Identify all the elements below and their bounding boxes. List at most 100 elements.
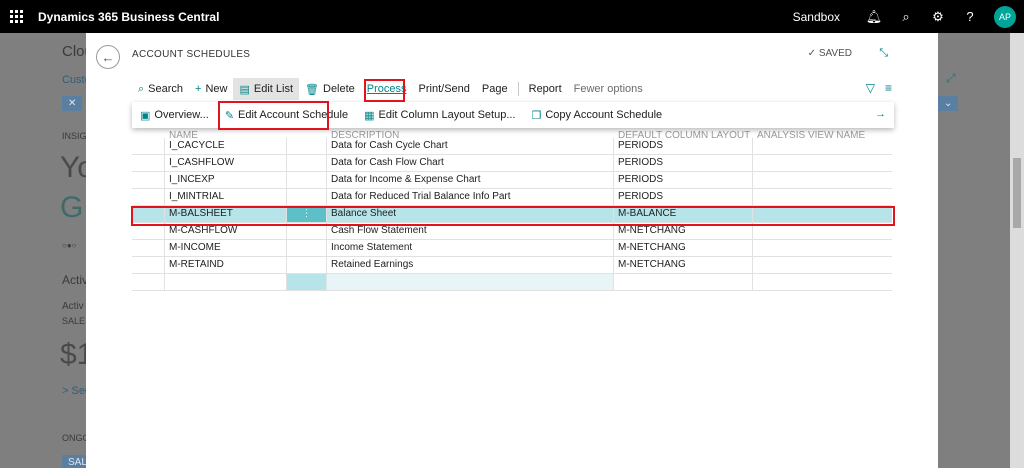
cell-name[interactable]: M-CASHFLOW [165,223,287,239]
cell-analysis-view-name[interactable] [753,240,892,256]
column-header-description[interactable]: DESCRIPTION [327,128,614,138]
edit-column-layout-action[interactable]: ▦ Edit Column Layout Setup... [356,102,523,128]
new-label: New [205,83,228,95]
app-launcher-icon[interactable] [10,9,24,24]
overview-action[interactable]: ▣ Overview... [132,102,217,128]
search-icon[interactable]: ⌕ [890,9,922,25]
cell-description[interactable]: Income Statement [327,240,614,256]
edit-account-schedule-label: Edit Account Schedule [238,109,349,121]
row-menu[interactable]: ⋮ [287,206,327,222]
filter-icon[interactable]: ▽ [866,81,875,95]
cell-default-column-layout[interactable]: PERIODS [614,155,753,171]
cell-default-column-layout[interactable]: M-NETCHANG [614,223,753,239]
table-row[interactable]: M-CASHFLOW Cash Flow Statement M-NETCHANG [132,223,892,240]
search-action[interactable]: ⌕ Search [132,78,189,100]
row-menu[interactable] [287,223,327,239]
empty-cell[interactable] [753,274,892,290]
column-header-analysis-view-name[interactable]: ANALYSIS VIEW NAME [753,128,892,138]
gear-icon[interactable]: ⚙ [922,9,954,25]
copy-account-schedule-label: Copy Account Schedule [545,109,663,121]
help-icon[interactable]: ? [954,9,986,24]
empty-cell[interactable] [165,274,287,290]
row-selector[interactable] [132,189,165,205]
back-arrow-icon[interactable]: ← [96,45,120,69]
table-row[interactable]: I_INCEXP Data for Income & Expense Chart P… [132,172,892,189]
new-action[interactable]: + New [189,78,233,100]
cell-analysis-view-name[interactable] [753,155,892,171]
row-selector[interactable] [132,206,165,222]
row-selector[interactable] [132,155,165,171]
cell-default-column-layout[interactable]: PERIODS [614,172,753,188]
delete-action[interactable]: 🗑︎ Delete [299,78,361,100]
cell-description[interactable]: Data for Cash Flow Chart [327,155,614,171]
table-row[interactable]: M-RETAIND Retained Earnings M-NETCHANG [132,257,892,274]
table-row[interactable]: M-BALSHEET ⋮ Balance Sheet M-BALANCE [132,206,892,223]
tab-process[interactable]: Process [361,78,413,100]
empty-cell[interactable] [132,274,165,290]
page-scrollbar[interactable] [1010,33,1024,468]
cell-name[interactable]: I_MINTRIAL [165,189,287,205]
cell-name[interactable]: I_CASHFLOW [165,155,287,171]
empty-cell[interactable] [614,274,753,290]
cell-analysis-view-name[interactable] [753,138,892,154]
cell-name[interactable]: M-RETAIND [165,257,287,273]
cell-default-column-layout[interactable]: M-NETCHANG [614,257,753,273]
tab-report[interactable]: Report [523,78,568,100]
table-row[interactable]: I_CASHFLOW Data for Cash Flow Chart PERIOD… [132,155,892,172]
cell-default-column-layout[interactable]: PERIODS [614,189,753,205]
cell-name[interactable]: I_INCEXP [165,172,287,188]
cell-description[interactable]: Data for Income & Expense Chart [327,172,614,188]
check-icon: ✓ [807,48,817,59]
empty-cell[interactable] [287,274,327,290]
cell-name[interactable]: M-INCOME [165,240,287,256]
row-menu[interactable] [287,257,327,273]
bg-expand-icon: ⤢ [946,71,956,85]
table-row[interactable]: I_CACYCLE Data for Cash Cycle Chart PERIOD… [132,138,892,155]
cell-description[interactable]: Cash Flow Statement [327,223,614,239]
cell-default-column-layout[interactable]: M-NETCHANG [614,240,753,256]
cell-description[interactable]: Retained Earnings [327,257,614,273]
edit-list-action[interactable]: ▤ Edit List [233,78,300,100]
empty-cell[interactable] [327,274,614,290]
row-menu[interactable] [287,240,327,256]
cell-name[interactable]: I_CACYCLE [165,138,287,154]
row-selector[interactable] [132,240,165,256]
cell-analysis-view-name[interactable] [753,257,892,273]
row-menu[interactable] [287,189,327,205]
row-selector[interactable] [132,257,165,273]
row-menu[interactable] [287,138,327,154]
copy-account-schedule-action[interactable]: ❐ Copy Account Schedule [523,102,670,128]
edit-account-schedule-action[interactable]: ✎ Edit Account Schedule [217,102,356,128]
row-selector[interactable] [132,138,165,154]
fewer-options-button[interactable]: Fewer options [568,78,649,100]
cell-default-column-layout[interactable]: PERIODS [614,138,753,154]
cell-description[interactable]: Balance Sheet [327,206,614,222]
cell-analysis-view-name[interactable] [753,172,892,188]
collapse-icon[interactable]: ⤡ [879,47,888,60]
row-menu[interactable] [287,172,327,188]
cell-name[interactable]: M-BALSHEET [165,206,287,222]
tab-page[interactable]: Page [476,78,514,100]
cell-description[interactable]: Data for Reduced Trial Balance Info Part [327,189,614,205]
tab-print-send[interactable]: Print/Send [413,78,476,100]
cell-default-column-layout[interactable]: M-BALANCE [614,206,753,222]
column-header-default-column-layout[interactable]: DEFAULT COLUMN LAYOUT [614,128,753,138]
list-view-icon[interactable]: ≡ [885,81,892,95]
scrollbar-thumb[interactable] [1013,158,1021,228]
table-row[interactable]: M-INCOME Income Statement M-NETCHANG [132,240,892,257]
cell-description[interactable]: Data for Cash Cycle Chart [327,138,614,154]
cell-analysis-view-name[interactable] [753,223,892,239]
cell-analysis-view-name[interactable] [753,206,892,222]
cell-analysis-view-name[interactable] [753,189,892,205]
app-title[interactable]: Dynamics 365 Business Central [38,10,219,24]
pin-icon[interactable]: → [875,108,886,120]
column-header-name[interactable]: NAME [165,128,287,138]
row-selector[interactable] [132,172,165,188]
bell-icon[interactable]: 🔔︎ [858,9,890,25]
table-row-new[interactable] [132,274,892,291]
edit-column-layout-label: Edit Column Layout Setup... [378,109,516,121]
table-row[interactable]: I_MINTRIAL Data for Reduced Trial Balance… [132,189,892,206]
row-selector[interactable] [132,223,165,239]
row-menu[interactable] [287,155,327,171]
avatar[interactable]: AP [994,5,1016,28]
